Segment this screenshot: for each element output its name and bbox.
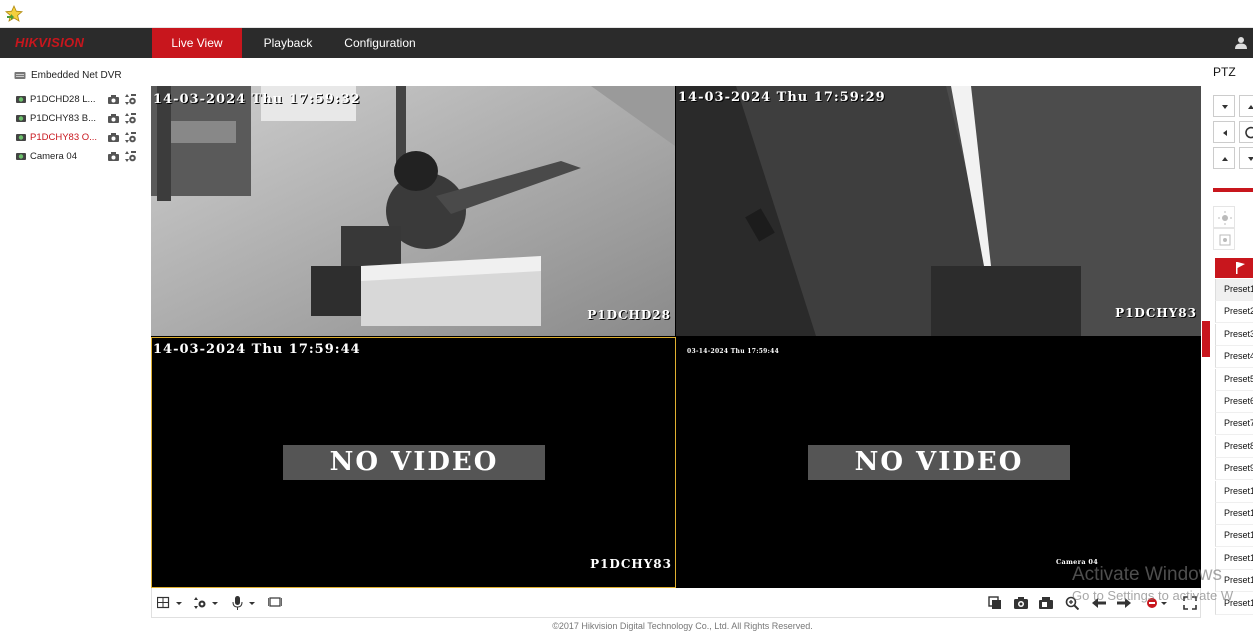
video-tile[interactable]: 03-14-2024 Thu 17:59:44 NO VIDEO Camera … bbox=[677, 337, 1201, 588]
tile-timestamp: 14-03-2024 Thu 17:59:32 bbox=[153, 92, 361, 107]
preset-item[interactable]: Preset6 bbox=[1215, 391, 1253, 413]
record-icon[interactable] bbox=[108, 94, 119, 104]
user-icon[interactable] bbox=[1235, 36, 1247, 50]
ptz-auto-button[interactable] bbox=[1239, 121, 1253, 143]
camera-icon bbox=[16, 152, 26, 160]
record-icon[interactable] bbox=[108, 113, 119, 123]
tab-playback[interactable]: Playback bbox=[255, 28, 321, 58]
preset-item[interactable]: Preset2 bbox=[1215, 301, 1253, 324]
tile-camera-name: P1DCHD28 bbox=[587, 308, 671, 322]
record-icon[interactable] bbox=[108, 132, 119, 142]
star-icon[interactable] bbox=[5, 5, 23, 23]
panel-collapse-toggle[interactable] bbox=[1202, 321, 1210, 357]
watermark-title: Activate Windows bbox=[1072, 564, 1222, 585]
preset-tab-header[interactable] bbox=[1215, 258, 1253, 278]
triangle-down-icon bbox=[1248, 157, 1253, 161]
ptz-panel: PTZ Preset1 Preset2 Preset3 Preset4 Preset5 P… bbox=[1202, 58, 1253, 638]
tile-timestamp: 03-14-2024 Thu 17:59:44 bbox=[687, 348, 780, 355]
camera-item[interactable]: Camera 04 bbox=[16, 149, 136, 163]
live-view-toolbar bbox=[151, 588, 1201, 618]
tab-live-view[interactable]: Live View bbox=[152, 28, 242, 58]
live-view-grid: 14-03-2024 Thu 17:59:32 P1DCHD28 14-03-2… bbox=[151, 86, 1201, 588]
record-icon[interactable] bbox=[108, 151, 119, 161]
video-tile-selected[interactable]: 14-03-2024 Thu 17:59:44 NO VIDEO P1DCHY8… bbox=[151, 337, 676, 588]
no-video-label: NO VIDEO bbox=[283, 445, 545, 480]
preset-item[interactable]: Preset7 bbox=[1215, 413, 1253, 436]
watermark-subtitle: Go to Settings to activate W bbox=[1072, 588, 1234, 603]
microphone-icon[interactable] bbox=[230, 596, 258, 610]
camera-item[interactable]: P1DCHD28 L... bbox=[16, 92, 136, 106]
activate-windows-watermark: Activate Windows Go to Settings to activ… bbox=[1072, 564, 1233, 603]
preset-item[interactable]: Preset1 bbox=[1215, 503, 1253, 525]
refresh-icon bbox=[1245, 126, 1253, 139]
camera-icon bbox=[16, 114, 26, 122]
camera-icon bbox=[16, 95, 26, 103]
device-label: Embedded Net DVR bbox=[31, 69, 122, 81]
copyright-footer: ©2017 Hikvision Digital Technology Co., … bbox=[552, 621, 813, 631]
camera-icon bbox=[16, 133, 26, 141]
preset-item[interactable]: Preset3 bbox=[1215, 323, 1253, 346]
device-tree: Embedded Net DVR P1DCHD28 L... P1DCHY83 … bbox=[0, 58, 150, 618]
ptz-up-button[interactable] bbox=[1239, 95, 1253, 117]
preset-item[interactable]: Preset1 bbox=[1215, 279, 1253, 301]
preset-item[interactable]: Preset4 bbox=[1215, 346, 1253, 369]
dvr-icon bbox=[14, 71, 26, 79]
camera-feed-image bbox=[676, 86, 1201, 336]
device-node[interactable]: Embedded Net DVR bbox=[14, 68, 122, 82]
ptz-up-left-button[interactable] bbox=[1213, 147, 1235, 169]
ptz-control-icon[interactable] bbox=[124, 150, 136, 162]
record-all-icon[interactable] bbox=[1039, 596, 1053, 610]
stream-type-icon[interactable] bbox=[193, 596, 221, 610]
focus-icon bbox=[1219, 234, 1231, 246]
ptz-control-icon[interactable] bbox=[124, 112, 136, 124]
triangle-up-icon bbox=[1222, 157, 1228, 161]
light-button[interactable] bbox=[1213, 206, 1235, 228]
ptz-speed-bar[interactable] bbox=[1213, 188, 1253, 192]
tab-configuration[interactable]: Configuration bbox=[338, 28, 422, 58]
camera-item[interactable]: P1DCHY83 B... bbox=[16, 111, 136, 125]
ptz-down-left-button[interactable] bbox=[1213, 95, 1235, 117]
light-icon bbox=[1218, 211, 1232, 225]
preset-item[interactable]: Preset1 bbox=[1215, 525, 1253, 548]
capture-icon[interactable] bbox=[1014, 596, 1028, 610]
tile-camera-name: P1DCHY83 bbox=[1115, 306, 1197, 320]
triangle-left-icon bbox=[1223, 130, 1227, 136]
video-tile[interactable]: 14-03-2024 Thu 17:59:32 P1DCHD28 bbox=[151, 86, 675, 336]
ptz-down-button[interactable] bbox=[1239, 147, 1253, 169]
top-navbar: HIKVISION Live View Playback Configurati… bbox=[0, 28, 1253, 58]
camera-label: P1DCHY83 O... bbox=[30, 131, 98, 143]
browser-favorites-bar bbox=[0, 0, 1253, 28]
preset-item[interactable]: Preset9 bbox=[1215, 458, 1253, 481]
stop-all-icon[interactable] bbox=[988, 596, 1002, 610]
camera-label: P1DCHD28 L... bbox=[30, 93, 96, 105]
preset-item[interactable]: Preset5 bbox=[1215, 368, 1253, 391]
preset-item[interactable]: Preset1 bbox=[1215, 480, 1253, 503]
ptz-left-button[interactable] bbox=[1213, 121, 1235, 143]
camera-item-selected[interactable]: P1DCHY83 O... bbox=[16, 130, 136, 144]
camera-label: P1DCHY83 B... bbox=[30, 112, 96, 124]
no-video-label: NO VIDEO bbox=[808, 445, 1070, 480]
window-layout-icon[interactable] bbox=[157, 596, 185, 610]
preset-item[interactable]: Preset8 bbox=[1215, 435, 1253, 458]
brand-logo: HIKVISION bbox=[15, 35, 85, 50]
focus-button[interactable] bbox=[1213, 228, 1235, 250]
tile-camera-name: P1DCHY83 bbox=[590, 557, 672, 571]
plugin-icon[interactable] bbox=[268, 596, 282, 610]
ptz-control-icon[interactable] bbox=[124, 93, 136, 105]
camera-label: Camera 04 bbox=[30, 150, 77, 162]
tile-timestamp: 14-03-2024 Thu 17:59:44 bbox=[153, 342, 361, 357]
ptz-control-icon[interactable] bbox=[124, 131, 136, 143]
triangle-up-icon bbox=[1248, 105, 1253, 109]
video-tile[interactable]: 14-03-2024 Thu 17:59:29 P1DCHY83 bbox=[676, 86, 1201, 336]
triangle-down-icon bbox=[1222, 105, 1228, 109]
ptz-title: PTZ bbox=[1213, 65, 1236, 79]
camera-feed-image bbox=[151, 86, 675, 336]
flag-icon bbox=[1236, 262, 1245, 274]
tile-timestamp: 14-03-2024 Thu 17:59:29 bbox=[678, 90, 886, 105]
